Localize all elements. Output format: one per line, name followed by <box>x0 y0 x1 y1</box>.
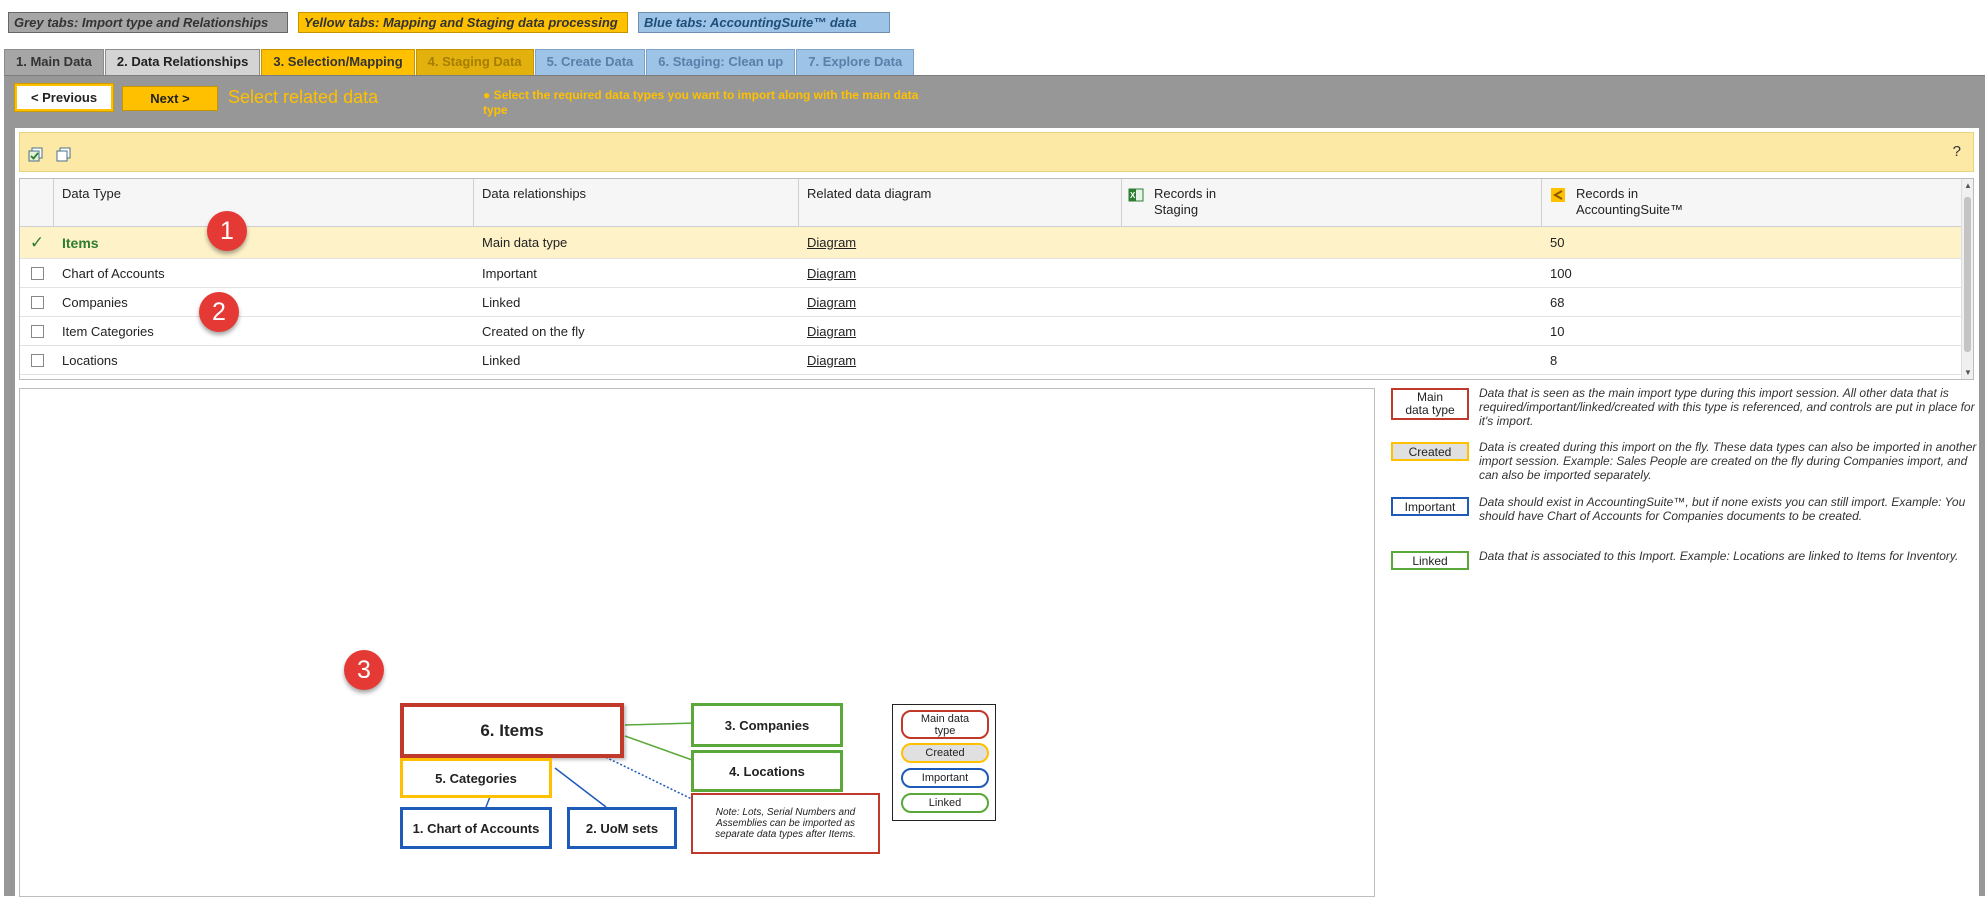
mini-legend-linked: Linked <box>901 793 989 813</box>
help-button[interactable]: ? <box>1953 143 1961 160</box>
excel-icon: X <box>1128 187 1144 207</box>
node-items: 6. Items <box>400 703 624 758</box>
row-records-staging <box>1122 317 1542 345</box>
header-records-suite-label: Records in AccountingSuite™ <box>1576 186 1683 217</box>
row-relationship: Created on the fly <box>482 323 585 339</box>
row-data-type: Chart of Accounts <box>62 265 165 281</box>
header-records-staging-label: Records in Staging <box>1154 186 1217 217</box>
row-records-suite: 50 <box>1550 235 1565 250</box>
diagram-link[interactable]: Diagram <box>807 266 856 281</box>
row-relationship: Important <box>482 265 537 281</box>
next-button[interactable]: Next > <box>122 86 218 111</box>
callout-badge-1: 1 <box>207 211 247 251</box>
diagram-note: Note: Lots, Serial Numbers and Assemblie… <box>691 793 880 854</box>
mini-legend-created: Created <box>901 743 989 763</box>
row-checkbox[interactable] <box>30 266 44 280</box>
previous-button[interactable]: < Previous <box>15 84 113 111</box>
row-records-staging <box>1122 288 1542 316</box>
svg-text:X: X <box>1130 191 1136 200</box>
table-row[interactable]: ✓ Items Main data type Diagram 50 <box>20 227 1962 259</box>
step-title: Select related data <box>228 87 379 107</box>
key-badge-main: Main data type <box>1391 388 1469 420</box>
node-categories: 5. Categories <box>400 758 552 798</box>
accountingsuite-icon <box>1550 187 1566 207</box>
grid-toolbar: ? <box>19 132 1974 172</box>
wizard-tabs: 1. Main Data 2. Data Relationships 3. Se… <box>4 49 915 75</box>
tab-main-data[interactable]: 1. Main Data <box>4 49 104 75</box>
related-data-diagram: 6. Items 5. Categories 3. Companies 4. L… <box>19 388 1375 897</box>
callout-badge-2: 2 <box>199 292 239 332</box>
diagram-link[interactable]: Diagram <box>807 295 856 310</box>
diagram-link[interactable]: Diagram <box>807 353 856 368</box>
grid-scrollbar[interactable]: ▲ ▼ <box>1961 179 1973 379</box>
row-checked-icon[interactable]: ✓ <box>30 233 44 253</box>
diagram-link[interactable]: Diagram <box>807 235 856 250</box>
scroll-down-icon[interactable]: ▼ <box>1962 368 1973 377</box>
row-records-staging <box>1122 227 1542 258</box>
tab-color-legend: Grey tabs: Import type and Relationships… <box>8 12 890 33</box>
header-data-relationships[interactable]: Data relationships <box>474 179 799 227</box>
step-hint: ● Select the required data types you wan… <box>483 88 919 117</box>
tab-staging-data[interactable]: 4. Staging Data <box>415 49 534 75</box>
key-text-main: Data that is seen as the main import typ… <box>1479 386 1975 428</box>
row-records-staging <box>1122 346 1542 374</box>
header-related-diagram[interactable]: Related data diagram <box>799 179 1122 227</box>
tab-selection-mapping[interactable]: 3. Selection/Mapping <box>261 49 415 75</box>
callout-badge-3: 3 <box>344 650 384 690</box>
row-data-type: Items <box>62 234 99 251</box>
key-text-created: Data is created during this import on th… <box>1479 440 1977 482</box>
table-row[interactable]: Chart of Accounts Important Diagram 100 <box>20 259 1962 288</box>
legend-grey-tabs: Grey tabs: Import type and Relationships <box>8 12 288 33</box>
legend-blue-tabs: Blue tabs: AccountingSuite™ data <box>638 12 890 33</box>
row-records-suite: 10 <box>1550 323 1565 339</box>
node-uom-sets: 2. UoM sets <box>567 807 677 849</box>
row-checkbox[interactable] <box>30 324 44 338</box>
table-row[interactable]: Companies Linked Diagram 68 <box>20 288 1962 317</box>
tab-explore-data[interactable]: 7. Explore Data <box>796 49 915 75</box>
mini-legend-important: Important <box>901 768 989 788</box>
row-data-type: Item Categories <box>62 323 154 339</box>
tab-create-data[interactable]: 5. Create Data <box>534 49 646 75</box>
diagram-link[interactable]: Diagram <box>807 324 856 339</box>
tab-data-relationships[interactable]: 2. Data Relationships <box>104 49 261 75</box>
row-relationship: Linked <box>482 352 521 368</box>
header-checkbox-col <box>20 179 54 227</box>
key-badge-important: Important <box>1391 497 1469 516</box>
header-data-type[interactable]: Data Type <box>54 179 474 227</box>
row-records-suite: 100 <box>1550 265 1572 281</box>
grid-header: Data Type Data relationships Related dat… <box>20 179 1962 227</box>
row-data-type: Locations <box>62 352 118 368</box>
key-badge-linked: Linked <box>1391 551 1469 570</box>
scroll-up-icon[interactable]: ▲ <box>1962 181 1973 190</box>
node-locations: 4. Locations <box>691 750 843 792</box>
row-checkbox[interactable] <box>30 353 44 367</box>
key-text-important: Data should exist in AccountingSuite™, b… <box>1479 495 1966 523</box>
row-records-suite: 8 <box>1550 352 1558 368</box>
wizard-panel: < Previous Next > Select related data ● … <box>4 75 1985 897</box>
key-text-linked: Data that is associated to this Import. … <box>1479 549 1959 563</box>
row-records-suite: 68 <box>1550 294 1565 310</box>
row-relationship: Linked <box>482 294 521 310</box>
uncheck-all-icon[interactable] <box>56 147 72 163</box>
row-checkbox[interactable] <box>30 295 44 309</box>
legend-yellow-tabs: Yellow tabs: Mapping and Staging data pr… <box>298 12 628 33</box>
header-records-suite[interactable]: Records in AccountingSuite™ <box>1542 179 1962 227</box>
node-chart-of-accounts: 1. Chart of Accounts <box>400 807 552 849</box>
table-row[interactable]: Locations Linked Diagram 8 <box>20 346 1962 375</box>
data-type-grid: Data Type Data relationships Related dat… <box>19 178 1974 380</box>
node-companies: 3. Companies <box>691 703 843 747</box>
row-records-staging <box>1122 259 1542 287</box>
tab-staging-clean-up[interactable]: 6. Staging: Clean up <box>646 49 796 75</box>
row-relationship: Main data type <box>482 235 568 250</box>
content-area: ? Data Type Data relationships Related d… <box>15 128 1979 897</box>
diagram-mini-legend: Main data type Created Important Linked <box>892 704 996 821</box>
table-row[interactable]: Item Categories Created on the fly Diagr… <box>20 317 1962 346</box>
mini-legend-main: Main data type <box>901 710 989 739</box>
scroll-thumb[interactable] <box>1964 197 1971 352</box>
check-all-icon[interactable] <box>28 147 44 163</box>
row-data-type: Companies <box>62 294 128 310</box>
key-badge-created: Created <box>1391 442 1469 461</box>
header-records-staging[interactable]: X Records in Staging <box>1122 179 1542 227</box>
